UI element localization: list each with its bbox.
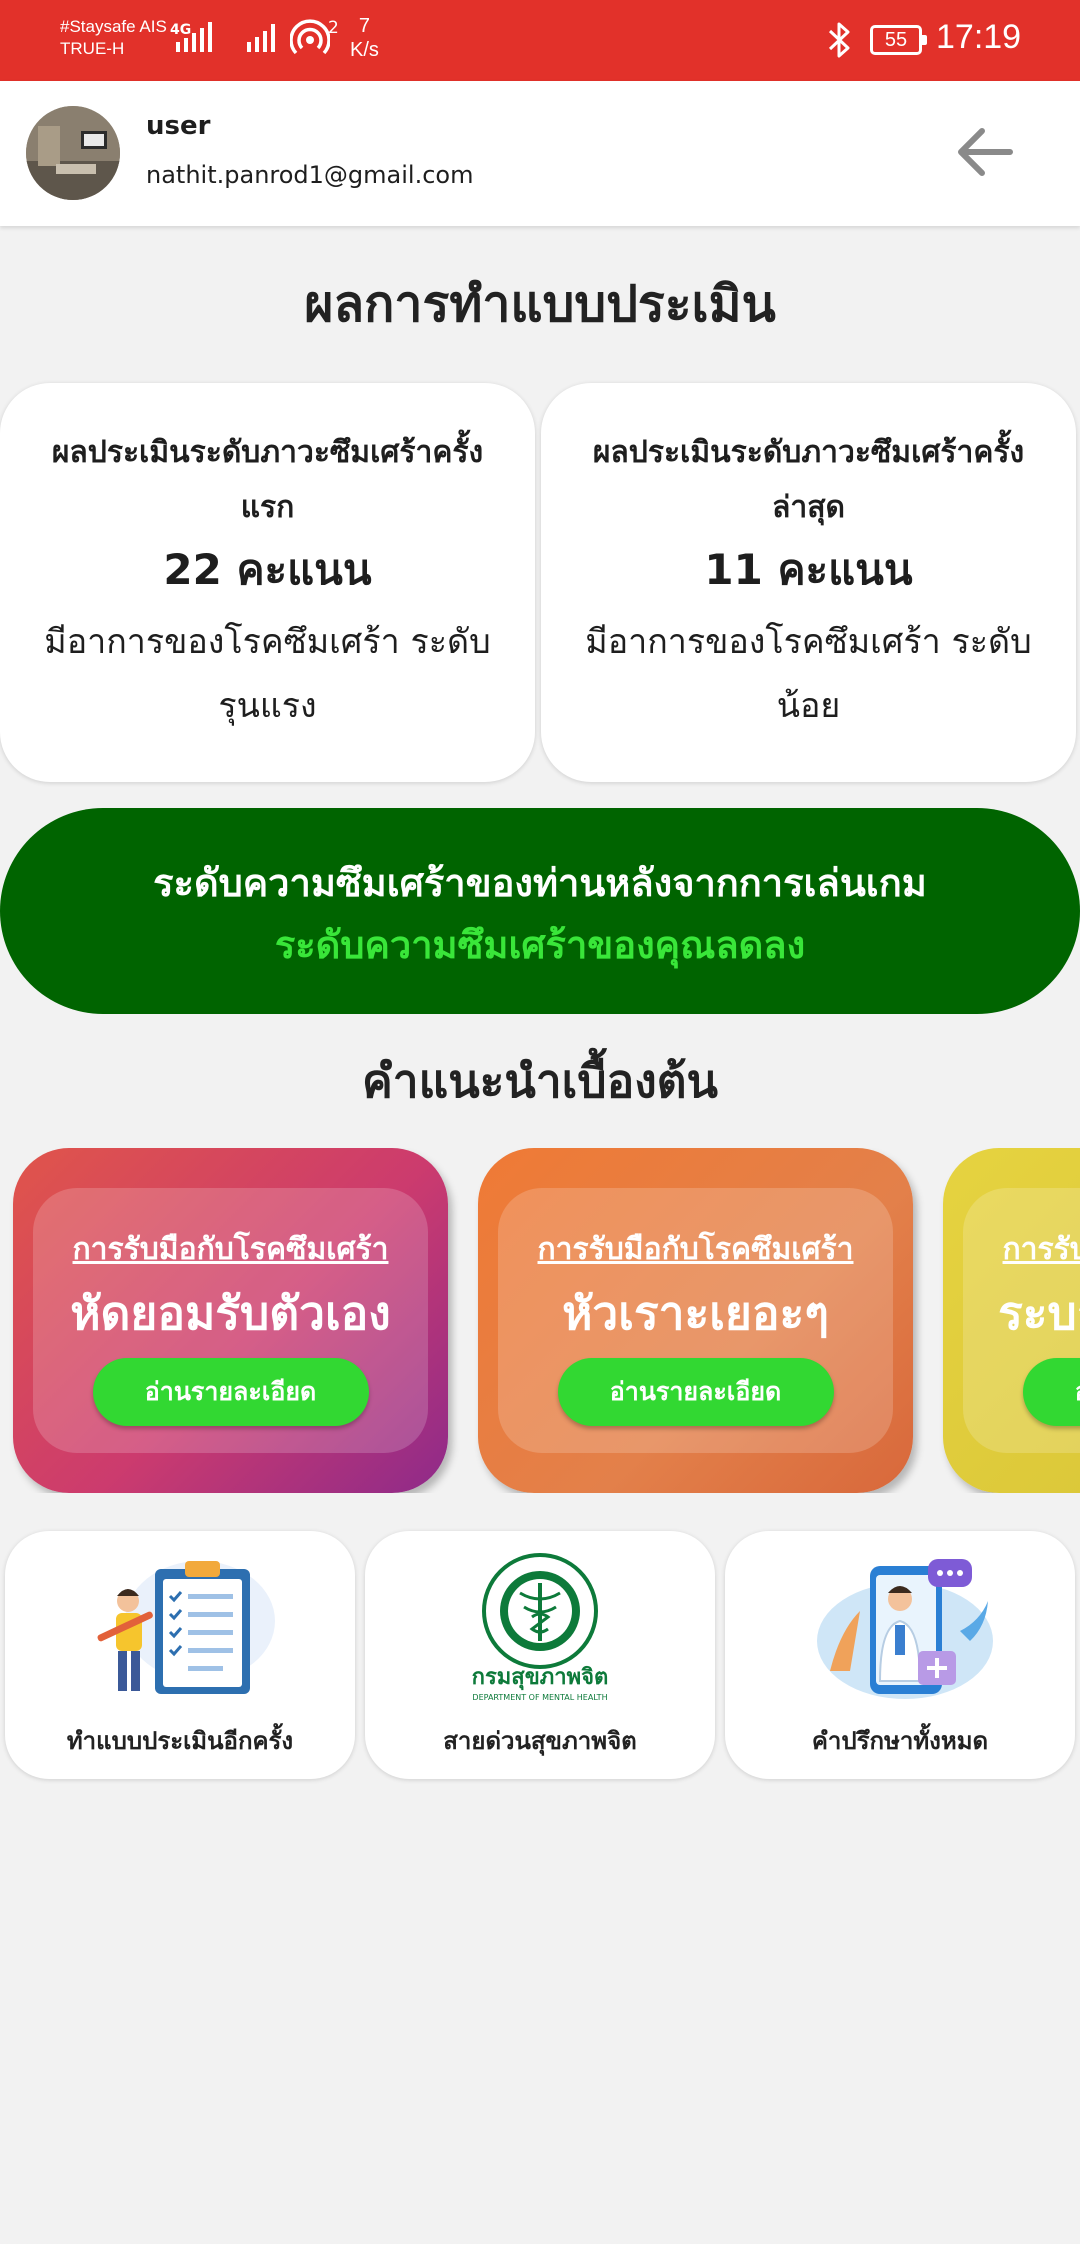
advice-title: ระบายความรู้สึก [998,1286,1080,1340]
advice-title: หัดยอมรับตัวเอง [70,1286,391,1340]
advice-card-inner: การรับมือกับโรคซึมเศร้า หัดยอมรับตัวเอง … [33,1188,428,1453]
depression-level-banner: ระดับความซึมเศร้าของท่านหลังจากการเล่นเก… [0,808,1080,1014]
result-score: 11 คะแนน [704,545,913,594]
tile-label: คำปรึกษาทั้งหมด [811,1727,989,1755]
read-details-button[interactable]: อ่านรายละเอียด [92,1358,369,1426]
app-header: user nathit.panrod1@gmail.com [0,81,1080,226]
read-details-button[interactable]: อ่านรายละเอียด [557,1358,834,1426]
avatar[interactable] [26,106,120,200]
speed-value: 7 [358,15,371,37]
username: user [146,111,211,141]
banner-heading: ระดับความซึมเศร้าของท่านหลังจากการเล่นเก… [153,861,927,905]
page-title: ผลการทำแบบประเมิน [304,275,776,333]
back-arrow-icon[interactable] [950,117,1020,187]
user-email: nathit.panrod1@gmail.com [146,161,474,189]
result-title: ผลประเมินระดับภาวะซึมเศร้าครั้งแรก [51,435,484,525]
advice-section-title: คำแนะนำเบื้องต้น [361,1054,718,1108]
result-description: มีอาการของโรคซึมเศร้า ระดับรุนแรง [44,622,491,726]
hotspot-count: 2 [328,18,339,38]
advice-subtitle[interactable]: การรับมือกับโรคซึมเศร้า [498,1230,893,1270]
advice-card[interactable]: การรับมือกับโรคซึมเศร้า หัวเราะเยอะๆ อ่า… [478,1148,913,1493]
banner-result: ระดับความซึมเศร้าของคุณลดลง [274,923,806,967]
read-details-button[interactable]: อ่านรายละเอียด [1022,1358,1080,1426]
advice-card[interactable]: การรับมือกับโรคซึมเศร้า หัดยอมรับตัวเอง … [13,1148,448,1493]
cell-signal-2-icon [247,24,275,52]
department-mental-health-logo: กรมสุขภาพจิต DEPARTMENT OF MENTAL HEALTH [472,1553,609,1702]
speed-unit: K/s [350,39,379,61]
advice-card-inner: การรับมือกับโรคซึมเศร้า หัวเราะเยอะๆ อ่า… [498,1188,893,1453]
retake-assessment-tile[interactable]: ทำแบบประเมินอีกครั้ง [5,1531,355,1779]
bluetooth-icon [828,22,850,58]
advice-subtitle[interactable]: การรับมือกับโรคซึมเศร้า [33,1230,428,1270]
avatar-photo [26,106,120,200]
status-bar: #Staysafe AIS TRUE-H 4G 2 7 K/s 55 17:19 [0,0,1080,81]
tile-label: ทำแบบประเมินอีกครั้ง [66,1727,294,1755]
result-score: 22 คะแนน [163,545,372,594]
advice-subtitle[interactable]: การรับมือกับโรคซึมเศร้า [963,1230,1080,1270]
all-consultations-tile[interactable]: คำปรึกษาทั้งหมด [725,1531,1075,1779]
result-title: ผลประเมินระดับภาวะซึมเศร้าครั้งล่าสุด [592,435,1025,525]
carrier-line2: TRUE-H [60,39,125,58]
battery-icon: 55 [870,25,927,55]
logo-subtext: DEPARTMENT OF MENTAL HEALTH [472,1693,607,1702]
doctor-phone-consult-icon [817,1559,993,1699]
first-result-card: ผลประเมินระดับภาวะซึมเศร้าครั้งแรก 22 คะ… [0,383,535,782]
carrier-label: #Staysafe AIS TRUE-H [60,16,167,60]
network-speed: 7 K/s [350,14,379,62]
clock: 17:19 [936,18,1022,56]
advice-carousel[interactable]: การรับมือกับโรคซึมเศร้า หัดยอมรับตัวเอง … [0,1148,1080,1493]
hotspot-icon [290,19,330,55]
logo-text: กรมสุขภาพจิต [472,1665,609,1691]
latest-result-card: ผลประเมินระดับภาวะซึมเศร้าครั้งล่าสุด 11… [541,383,1076,782]
advice-title: หัวเราะเยอะๆ [562,1286,829,1340]
advice-card[interactable]: การรับมือกับโรคซึมเศร้า ระบายความรู้สึก … [943,1148,1080,1493]
result-description: มีอาการของโรคซึมเศร้า ระดับน้อย [585,622,1032,726]
cell-signal-icon: 4G [170,22,212,52]
advice-card-inner: การรับมือกับโรคซึมเศร้า ระบายความรู้สึก … [963,1188,1080,1453]
mental-health-hotline-tile[interactable]: กรมสุขภาพจิต DEPARTMENT OF MENTAL HEALTH… [365,1531,715,1779]
carrier-line1: #Staysafe AIS [60,17,167,36]
network-type-label: 4G [170,22,191,38]
tile-label: สายด่วนสุขภาพจิต [443,1727,637,1755]
clipboard-checklist-icon [97,1561,275,1694]
